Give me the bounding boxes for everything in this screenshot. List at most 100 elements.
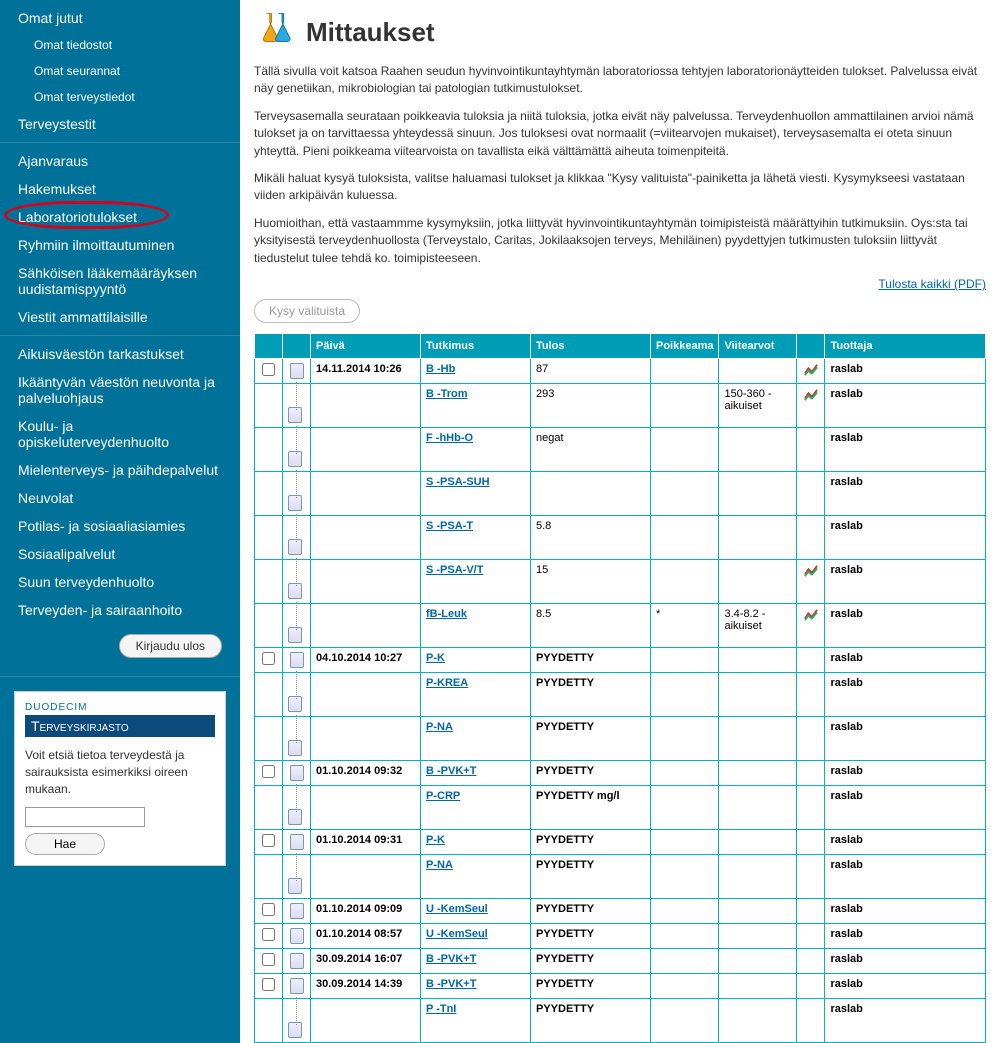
sidebar-item-dental[interactable]: Suun terveydenhuolto [0, 568, 240, 596]
chart-icon[interactable] [804, 364, 818, 376]
sidebar-item-prescription[interactable]: Sähköisen lääkemääräyksen uudistamispyyn… [0, 259, 240, 303]
cell-date: 04.10.2014 10:27 [311, 647, 421, 672]
document-icon[interactable] [290, 834, 304, 850]
document-icon[interactable] [288, 495, 302, 511]
study-link[interactable]: U -KemSeul [426, 928, 488, 940]
chart-icon[interactable] [804, 389, 818, 401]
sidebar-item-booking[interactable]: Ajanvaraus [0, 147, 240, 175]
document-icon[interactable] [288, 407, 302, 423]
document-icon[interactable] [290, 928, 304, 944]
row-checkbox[interactable] [262, 765, 275, 778]
sidebar-item-messages[interactable]: Viestit ammattilaisille [0, 303, 240, 331]
cell-date [311, 672, 421, 716]
sidebar-item-maternity[interactable]: Neuvolat [0, 484, 240, 512]
study-link[interactable]: P-KREA [426, 677, 468, 689]
document-icon[interactable] [288, 696, 302, 712]
col-checkbox [255, 333, 283, 358]
cell-producer: raslab [825, 427, 986, 471]
sidebar-item-files[interactable]: Omat tiedostot [0, 32, 240, 58]
study-link[interactable]: P-K [426, 834, 445, 846]
sidebar-item-tracking[interactable]: Omat seurannat [0, 58, 240, 84]
sidebar-item-applications[interactable]: Hakemukset [0, 175, 240, 203]
chart-icon[interactable] [804, 609, 818, 621]
row-checkbox[interactable] [262, 652, 275, 665]
document-icon[interactable] [290, 765, 304, 781]
row-checkbox[interactable] [262, 928, 275, 941]
study-link[interactable]: P-NA [426, 859, 453, 871]
cell-deviation [651, 998, 719, 1042]
study-link[interactable]: B -PVK+T [426, 765, 476, 777]
chart-icon[interactable] [804, 565, 818, 577]
document-icon[interactable] [288, 740, 302, 756]
sidebar-item-labresults[interactable]: Laboratoriotulokset [0, 203, 240, 231]
table-row: 01.10.2014 09:09U -KemSeulPYYDETTYraslab [255, 898, 986, 923]
cell-result [531, 471, 651, 515]
study-link[interactable]: S -PSA-T [426, 520, 473, 532]
sidebar-item-adult[interactable]: Aikuisväestön tarkastukset [0, 340, 240, 368]
cell-producer: raslab [825, 898, 986, 923]
sidebar-item-personal[interactable]: Omat jutut [0, 4, 240, 32]
study-link[interactable]: P -TnI [426, 1003, 456, 1015]
table-row: 01.10.2014 09:31P-KPYYDETTYraslab [255, 829, 986, 854]
study-link[interactable]: S -PSA-SUH [426, 476, 490, 488]
cell-producer: raslab [825, 515, 986, 559]
study-link[interactable]: fB-Leuk [426, 608, 467, 620]
health-library-search-input[interactable] [25, 807, 145, 827]
sidebar-item-healthcare[interactable]: Terveyden- ja sairaanhoito [0, 596, 240, 624]
cell-reference [719, 716, 797, 760]
document-icon[interactable] [290, 903, 304, 919]
cell-deviation [651, 948, 719, 973]
document-icon[interactable] [290, 953, 304, 969]
study-link[interactable]: P-NA [426, 721, 453, 733]
cell-reference [719, 515, 797, 559]
row-checkbox[interactable] [262, 978, 275, 991]
document-icon[interactable] [290, 978, 304, 994]
row-checkbox[interactable] [262, 834, 275, 847]
cell-result: 5.8 [531, 515, 651, 559]
sidebar-item-social[interactable]: Sosiaalipalvelut [0, 540, 240, 568]
cell-result: PYYDETTY [531, 829, 651, 854]
study-link[interactable]: P-CRP [426, 790, 460, 802]
study-link[interactable]: S -PSA-V/T [426, 564, 483, 576]
sidebar-item-healthtests[interactable]: Terveystestit [0, 110, 240, 138]
study-link[interactable]: U -KemSeul [426, 903, 488, 915]
table-row: P-NAPYYDETTYraslab [255, 854, 986, 898]
sidebar-item-groups[interactable]: Ryhmiin ilmoittautuminen [0, 231, 240, 259]
print-pdf-link[interactable]: Tulosta kaikki (PDF) [878, 277, 986, 291]
table-row: 14.11.2014 10:26B -Hb87raslab [255, 358, 986, 383]
study-link[interactable]: B -PVK+T [426, 953, 476, 965]
cell-result: PYYDETTY [531, 760, 651, 785]
row-checkbox[interactable] [262, 363, 275, 376]
cell-result: 8.5 [531, 603, 651, 647]
document-icon[interactable] [288, 627, 302, 643]
row-checkbox[interactable] [262, 903, 275, 916]
sidebar-item-ombudsman[interactable]: Potilas- ja sosiaaliasiamies [0, 512, 240, 540]
cell-result: PYYDETTY [531, 716, 651, 760]
sidebar-item-elderly[interactable]: Ikääntyvän väestön neuvonta ja palveluoh… [0, 368, 240, 412]
document-icon[interactable] [290, 652, 304, 668]
document-icon[interactable] [288, 1022, 302, 1038]
cell-reference [719, 785, 797, 829]
sidebar-item-healthdata[interactable]: Omat terveystiedot [0, 84, 240, 110]
study-link[interactable]: B -PVK+T [426, 978, 476, 990]
study-link[interactable]: B -Hb [426, 363, 455, 375]
document-icon[interactable] [288, 583, 302, 599]
study-link[interactable]: F -hHb-O [426, 432, 473, 444]
cell-producer: raslab [825, 854, 986, 898]
logout-button[interactable]: Kirjaudu ulos [119, 634, 222, 658]
study-link[interactable]: P-K [426, 652, 445, 664]
ask-selected-button[interactable]: Kysy valituista [254, 299, 360, 323]
document-icon[interactable] [288, 539, 302, 555]
document-icon[interactable] [290, 363, 304, 379]
cell-deviation [651, 383, 719, 427]
tree-line-icon [290, 432, 304, 448]
sidebar-item-school[interactable]: Koulu- ja opiskeluterveydenhuolto [0, 412, 240, 456]
health-library-search-button[interactable]: Hae [25, 833, 105, 855]
document-icon[interactable] [288, 809, 302, 825]
sidebar-item-mental[interactable]: Mielenterveys- ja päihdepalvelut [0, 456, 240, 484]
document-icon[interactable] [288, 451, 302, 467]
document-icon[interactable] [288, 878, 302, 894]
study-link[interactable]: B -Trom [426, 388, 468, 400]
row-checkbox[interactable] [262, 953, 275, 966]
cell-producer: raslab [825, 829, 986, 854]
